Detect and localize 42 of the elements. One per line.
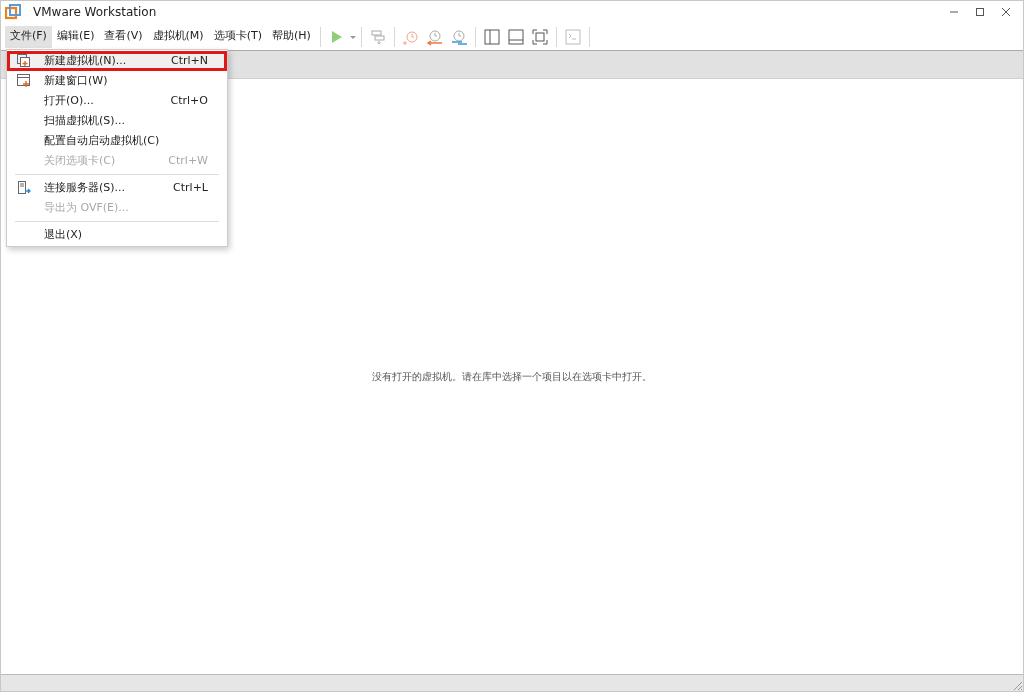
manage-snapshot-icon[interactable] (449, 27, 468, 46)
shortcut-label: Ctrl+L (173, 179, 208, 196)
menu-item[interactable]: 虚拟机(M) (147, 25, 209, 48)
close-icon[interactable] (1001, 7, 1011, 17)
menu-entry-label: 导出为 OVF(E)... (44, 199, 129, 216)
menu-item[interactable]: 查看(V) (99, 25, 148, 48)
new-window-icon (17, 74, 31, 88)
menu-item[interactable]: 选项卡(T) (208, 25, 267, 48)
menu-entry-label: 配置自动启动虚拟机(C) (44, 132, 160, 149)
shortcut-label: Ctrl+N (170, 52, 208, 69)
sidebar-layout-icon[interactable] (482, 27, 501, 46)
menu-entry[interactable]: 配置自动启动虚拟机(C) (7, 131, 227, 151)
menu-entry[interactable]: 退出(X) (7, 225, 227, 245)
window-title: VMware Workstation (33, 4, 157, 21)
menu-entry-label: 退出(X) (44, 226, 83, 243)
menu-item[interactable]: 文件(F) (5, 25, 52, 48)
menu-entry[interactable]: 新建窗口(W) (7, 71, 227, 91)
bottom-panel-icon[interactable] (506, 27, 525, 46)
menu-entry[interactable]: 扫描虚拟机(S)... (7, 111, 227, 131)
shortcut-label: Ctrl+O (170, 92, 208, 109)
menu-entry[interactable]: 打开(O)... Ctrl+O (7, 91, 227, 111)
revert-clock-icon[interactable] (425, 27, 444, 46)
menu-entry-label: 打开(O)... (44, 92, 94, 109)
server-icon (17, 181, 31, 195)
shortcut-label: Ctrl+W (168, 152, 208, 169)
maximize-icon[interactable] (975, 7, 985, 17)
menu-entry-label: 新建虚拟机(N)... (44, 52, 127, 69)
menu-entry-label: 关闭选项卡(C) (44, 152, 116, 169)
menu-entry-label: 扫描虚拟机(S)... (44, 112, 126, 129)
fullscreen-icon[interactable] (530, 27, 549, 46)
menu-item[interactable]: 帮助(H) (266, 25, 316, 48)
console-icon[interactable] (563, 27, 582, 46)
menu-entry-label: 新建窗口(W) (44, 72, 108, 89)
empty-message: 没有打开的虚拟机。请在库中选择一个项目以在选项卡中打开。 (372, 370, 652, 384)
menu-entry-label: 连接服务器(S)... (44, 179, 126, 196)
menu-item[interactable]: 编辑(E) (51, 25, 100, 48)
new-vm-icon (17, 54, 31, 68)
suspend-icon[interactable] (368, 27, 387, 46)
menu-entry[interactable]: 连接服务器(S)... Ctrl+L (7, 178, 227, 198)
menu-entry[interactable]: 新建虚拟机(N)... Ctrl+N (7, 51, 227, 71)
resize-grip-icon[interactable] (1011, 679, 1023, 691)
app-logo-icon (5, 4, 21, 20)
